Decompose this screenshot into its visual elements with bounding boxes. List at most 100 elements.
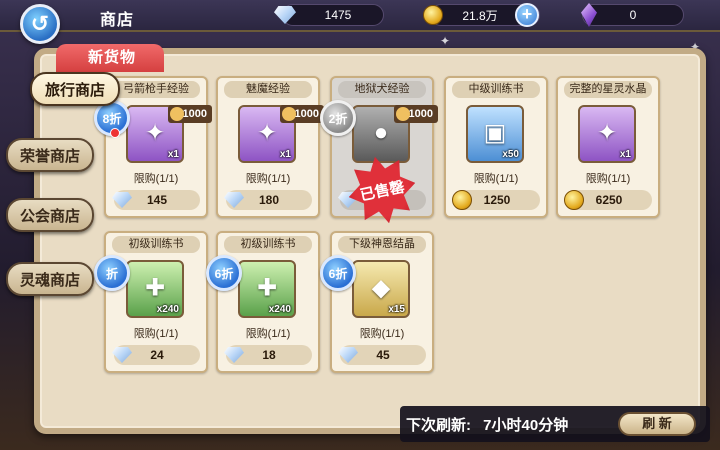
shop-card[interactable]: 完整的星灵水晶 ✦ x1 限购(1/1) 6250 [556,76,660,218]
price-button[interactable]: 18 [224,345,312,365]
add-gold-button[interactable]: + [515,3,539,27]
item-icon: ◆ x15 [352,260,410,318]
sidebar-item-soul-shop[interactable]: 灵魂商店 [6,262,94,296]
price-value: 1250 [483,193,511,207]
item-glyph-icon: ✦ [596,119,618,147]
shop-card[interactable]: 地狱犬经验 ● 1000 2折 已售罄 [320,76,438,218]
page-title: 商店 [100,12,135,29]
item-glyph-icon: ▣ [483,119,507,147]
refresh-bar: 下次刷新: 7小时40分钟 刷 新 [400,406,710,442]
refresh-time: 7小时40分钟 [483,417,569,434]
sidebar-item-guild-shop[interactable]: 公会商店 [6,198,94,232]
crystal-count: 0 [629,8,637,22]
item-name: 完整的星灵水晶 [564,81,652,98]
refresh-label: 下次刷新: [406,417,471,434]
diamond-icon [222,343,246,367]
shop-card[interactable]: 下级神恩结晶 ◆ x15 6折限购(1/1) 45 [320,231,434,373]
tag-icon [170,107,184,121]
diamond-icon [222,188,246,212]
new-goods-tab[interactable]: 新货物 [56,44,164,72]
item-icon: ✚ x240 [126,260,184,318]
item-quantity: x240 [156,304,179,315]
item-name: 地狱犬经验 [338,81,426,98]
price-button[interactable]: 145 [112,190,200,210]
purchase-limit: 限购(1/1) [473,173,519,185]
item-icon: ✦ x1 [578,105,636,163]
price-value: 180 [258,193,280,207]
price-button[interactable]: 24 [112,345,200,365]
item-icon: ▣ x50 [466,105,524,163]
top-bar: 商店 1475 21.8万 + 0 [0,0,720,32]
tag-icon [282,107,296,121]
exp-tag: 1000 [168,105,212,123]
exp-amount: 1000 [408,108,433,120]
price-button[interactable]: 180 [224,190,312,210]
exp-amount: 1000 [294,108,319,120]
shop-card[interactable]: 弓箭枪手经验 ✦ x1 1000 8折 限购(1/1) 145 [94,76,212,218]
item-glyph-icon: ✦ [144,119,166,147]
item-glyph-icon: ◆ [371,274,391,302]
item-name: 魅魔经验 [224,81,312,98]
shop-card[interactable]: 中级训练书 ▣ x50 限购(1/1) 1250 [444,76,548,218]
sidebar-item-honor-shop[interactable]: 荣誉商店 [6,138,94,172]
gold-coin-icon [420,2,446,28]
item-name: 初级训练书 [112,236,200,253]
gold-coin-icon [450,188,474,212]
sidebar-item-travel-shop[interactable]: 旅行商店 [30,72,120,106]
purchase-limit: 限购(1/1) [359,328,405,340]
purchase-limit: 限购(1/1) [245,328,291,340]
item-name: 弓箭枪手经验 [112,81,200,98]
item-quantity: x1 [619,149,631,160]
price-value: 24 [150,348,164,362]
item-quantity: x15 [388,304,405,315]
item-glyph-icon: ✚ [256,274,278,302]
diamond-icon [336,343,360,367]
refresh-arrow-icon: ↺ [30,11,50,36]
shop-card[interactable]: 魅魔经验 ✦ x1 1000 限购(1/1) 180 [216,76,324,218]
notification-dot [110,128,120,138]
item-name: 下级神恩结晶 [338,236,426,253]
refresh-button[interactable]: 刷 新 [618,412,696,436]
item-quantity: x240 [268,304,291,315]
purchase-limit: 限购(1/1) [133,173,179,185]
item-quantity: x1 [167,149,179,160]
price-button[interactable]: 6250 [564,190,652,210]
exp-tag: 1000 [394,105,438,123]
purple-crystal-icon [576,2,602,28]
item-glyph-icon: ● [373,118,389,146]
price-value: 18 [262,348,276,362]
item-glyph-icon: ✦ [256,119,278,147]
item-glyph-icon: ✚ [144,274,166,302]
discount-badge: 2折 [320,100,356,136]
purchase-limit: 限购(1/1) [585,173,631,185]
discount-badge: 折 [94,255,130,291]
item-name: 初级训练书 [224,236,312,253]
discount-badge: 6折 [320,255,356,291]
item-quantity: x1 [279,149,291,160]
item-name: 中级训练书 [452,81,540,98]
discount-badge: 6折 [206,255,242,291]
diamond-icon [272,2,298,28]
exp-amount: 1000 [182,108,207,120]
purchase-limit: 限购(1/1) [133,328,179,340]
diamond-count: 1475 [324,8,352,22]
item-icon: ✚ x240 [238,260,296,318]
price-value: 45 [376,348,390,362]
gold-count: 21.8万 [462,8,498,23]
price-value: 6250 [595,193,623,207]
price-button[interactable]: 45 [338,345,426,365]
price-button[interactable]: 1250 [452,190,540,210]
sparkle-decoration: ✦ [440,34,451,48]
exp-tag: 1000 [280,105,324,123]
diamond-icon [110,343,134,367]
purchase-limit: 限购(1/1) [245,173,291,185]
tag-icon [396,107,410,121]
back-button[interactable]: ↺ [20,4,60,44]
shop-card[interactable]: 初级训练书 ✚ x240 6折限购(1/1) 18 [206,231,320,373]
refresh-timer: 下次刷新: 7小时40分钟 [406,414,568,435]
gold-coin-icon [562,188,586,212]
price-value: 145 [146,193,168,207]
shop-card[interactable]: 初级训练书 ✚ x240 折限购(1/1) 24 [94,231,208,373]
item-quantity: x50 [502,149,519,160]
diamond-icon [110,188,134,212]
